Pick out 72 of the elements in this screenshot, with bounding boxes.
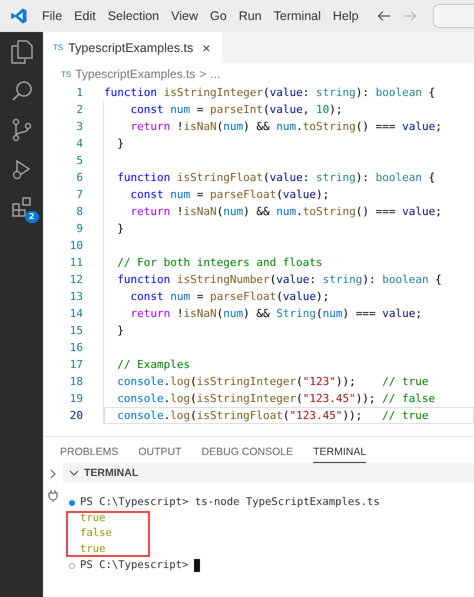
- search-icon[interactable]: [10, 80, 32, 102]
- line-number: 4: [75, 136, 83, 152]
- line-number: 5: [75, 153, 83, 169]
- line-number: 20: [68, 408, 83, 424]
- code-line: }: [103, 322, 474, 339]
- line-number: 6: [75, 170, 83, 186]
- menu-item[interactable]: File: [36, 9, 68, 23]
- line-number: 1: [75, 85, 83, 101]
- code-line: console.log(isStringInteger("123.45")); // false: [103, 390, 474, 407]
- code-line: function isStringNumber(value: string): boolean {: [103, 271, 474, 288]
- line-number: 17: [68, 357, 83, 373]
- menu-item[interactable]: View: [165, 9, 204, 23]
- terminal-cursor: [194, 559, 200, 572]
- code-line: function isStringInteger(value: string): boolean {: [103, 85, 436, 101]
- line-number: 18: [68, 374, 83, 390]
- code-line: return !isNaN(num) && num.toString() === value;: [103, 203, 474, 220]
- code-line: console.log(isStringInteger("123")); // true: [103, 373, 474, 390]
- editor-tab[interactable]: TS TypescriptExamples.ts ×: [43, 32, 222, 63]
- breadcrumb-separator: >: [199, 67, 206, 81]
- menu-item[interactable]: Run: [232, 9, 268, 23]
- terminal-prompt: PS C:\Typescript>: [80, 558, 188, 573]
- panel-tab[interactable]: PROBLEMS: [60, 446, 118, 462]
- terminal-header[interactable]: TERMINAL: [63, 463, 474, 483]
- line-number: 12: [68, 272, 83, 288]
- code-line: return !isNaN(num) && num.toString() === value;: [103, 118, 474, 135]
- code-line: // For both integers and floats: [103, 254, 474, 271]
- menu-item[interactable]: Terminal: [268, 9, 327, 23]
- terminal-prompt: PS C:\Typescript>: [80, 495, 188, 510]
- notification-badge: 2: [24, 211, 38, 223]
- terminal-command: ts-node TypeScriptExamples.ts: [194, 495, 380, 510]
- source-control-icon[interactable]: [10, 118, 32, 142]
- run-debug-icon[interactable]: [10, 158, 32, 180]
- plug-icon[interactable]: [48, 489, 58, 502]
- code-line: }: [103, 135, 474, 152]
- ts-file-icon: TS: [61, 70, 72, 78]
- command-center-field[interactable]: [432, 4, 474, 28]
- panel-tab[interactable]: OUTPUT: [138, 446, 182, 462]
- app-logo-icon: [10, 7, 28, 25]
- line-number: 11: [68, 255, 83, 271]
- menu-item[interactable]: Go: [204, 9, 233, 23]
- menu-item[interactable]: Edit: [68, 9, 102, 23]
- code-line: function isStringFloat(value: string): boolean {: [103, 169, 474, 186]
- line-number: 2: [75, 102, 83, 118]
- line-number: 8: [75, 204, 83, 220]
- chevron-right-icon[interactable]: [49, 469, 57, 479]
- terminal-output: false: [80, 526, 112, 542]
- terminal-output: true: [80, 542, 106, 558]
- code-line: const num = parseFloat(value);: [103, 288, 474, 305]
- code-line: }: [103, 220, 474, 237]
- back-arrow-icon[interactable]: [376, 10, 391, 22]
- line-number: 19: [68, 391, 83, 407]
- line-number: 10: [68, 238, 83, 254]
- line-number: 16: [68, 340, 83, 356]
- files-icon[interactable]: [10, 40, 32, 64]
- code-line: console.log(isStringFloat("123.45")); // true: [103, 407, 474, 424]
- menu-item[interactable]: Help: [326, 9, 365, 23]
- code-line: return !isNaN(num) && String(num) === value;: [103, 305, 474, 322]
- code-line: // Examples: [103, 356, 474, 373]
- line-number: 14: [68, 306, 83, 322]
- line-number: 13: [68, 289, 83, 305]
- chevron-down-icon[interactable]: [69, 469, 79, 477]
- code-line: const num = parseFloat(value);: [103, 186, 474, 203]
- panel-tab[interactable]: DEBUG CONSOLE: [202, 446, 294, 462]
- line-number: 15: [68, 323, 83, 339]
- terminal-output: true: [80, 510, 106, 526]
- line-number: 7: [75, 187, 83, 203]
- breadcrumb-item[interactable]: ...: [210, 67, 220, 81]
- code-line: const num = parseInt(value, 10);: [103, 101, 474, 118]
- menu-item[interactable]: Selection: [102, 9, 166, 23]
- breadcrumb-item[interactable]: TypescriptExamples.ts: [75, 67, 196, 81]
- line-number: 3: [75, 119, 83, 135]
- line-number: 9: [75, 221, 83, 237]
